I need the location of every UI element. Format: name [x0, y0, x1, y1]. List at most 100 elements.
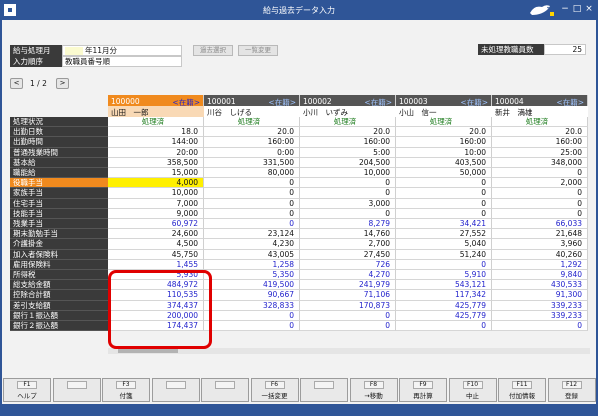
grid-cell[interactable]: 170,873 — [300, 300, 396, 311]
grid-cell[interactable]: 3,960 — [492, 239, 588, 250]
grid-cell[interactable]: 144:00 — [108, 137, 204, 148]
grid-cell[interactable]: 40,260 — [492, 249, 588, 260]
list-change-button[interactable]: 一覧変更 — [238, 45, 278, 56]
grid-cell[interactable]: 0 — [492, 321, 588, 332]
grid-cell[interactable]: 425,779 — [396, 310, 492, 321]
fkey-button[interactable]: F9 再計算 — [399, 378, 447, 402]
grid-cell[interactable]: 5,040 — [396, 239, 492, 250]
year-field[interactable] — [65, 47, 83, 55]
grid-cell[interactable]: 425,779 — [396, 300, 492, 311]
close-button[interactable]: × — [584, 3, 594, 15]
grid-cell[interactable]: 241,979 — [300, 280, 396, 291]
grid-cell[interactable]: 処理済 — [492, 117, 588, 128]
employee-header[interactable]: 100004 <在籍> 新井 満雄 — [492, 95, 588, 117]
grid-cell[interactable]: 403,500 — [396, 157, 492, 168]
fkey-button[interactable] — [201, 378, 249, 402]
grid-cell[interactable]: 348,000 — [492, 157, 588, 168]
grid-cell[interactable]: 0 — [204, 188, 300, 199]
grid-cell[interactable]: 3,000 — [300, 198, 396, 209]
grid-cell[interactable]: 20.0 — [396, 127, 492, 138]
grid-cell[interactable]: 419,500 — [204, 280, 300, 291]
grid-cell[interactable]: 4,230 — [204, 239, 300, 250]
grid-cell[interactable]: 2,000 — [492, 178, 588, 189]
grid-cell[interactable]: 0 — [492, 168, 588, 179]
grid-cell[interactable]: 2,700 — [300, 239, 396, 250]
scrollbar-thumb[interactable] — [118, 349, 178, 353]
grid-cell[interactable]: 処理済 — [204, 117, 300, 128]
fkey-button[interactable]: F10 中止 — [448, 378, 497, 402]
grid-cell[interactable]: 430,533 — [492, 280, 588, 291]
fkey-button[interactable] — [151, 378, 200, 402]
grid-cell[interactable]: 27,552 — [396, 229, 492, 240]
period-field[interactable]: 年11月分 — [62, 45, 182, 56]
minimize-button[interactable]: − — [560, 3, 570, 15]
grid-cell[interactable]: 1,258 — [204, 259, 300, 270]
grid-cell[interactable]: 10:00 — [396, 147, 492, 158]
grid-cell[interactable]: 0 — [204, 321, 300, 332]
grid-cell[interactable]: 18.0 — [108, 127, 204, 138]
grid-cell[interactable]: 543,121 — [396, 280, 492, 291]
employee-header[interactable]: 100001 <在籍> 川谷 しげる — [204, 95, 300, 117]
grid-cell[interactable]: 117,342 — [396, 290, 492, 301]
fkey-button[interactable] — [300, 378, 348, 402]
grid-cell[interactable]: 8,279 — [300, 219, 396, 230]
grid-cell[interactable]: 339,233 — [492, 310, 588, 321]
grid-cell[interactable]: 34,421 — [396, 219, 492, 230]
grid-cell[interactable]: 24,600 — [108, 229, 204, 240]
grid-cell[interactable]: 20.0 — [492, 127, 588, 138]
grid-cell[interactable]: 60,972 — [108, 219, 204, 230]
grid-cell[interactable]: 0 — [396, 198, 492, 209]
grid-cell[interactable]: 0 — [396, 321, 492, 332]
grid-cell[interactable]: 15,000 — [108, 168, 204, 179]
grid-cell[interactable]: 0 — [204, 178, 300, 189]
grid-cell[interactable]: 51,240 — [396, 249, 492, 260]
grid-cell[interactable]: 0 — [300, 321, 396, 332]
fkey-button[interactable]: F3 付箋 — [102, 378, 150, 402]
grid-cell[interactable]: 0 — [300, 188, 396, 199]
grid-cell[interactable]: 50,000 — [396, 168, 492, 179]
grid-cell[interactable]: 45,750 — [108, 249, 204, 260]
grid-cell[interactable]: 0 — [204, 219, 300, 230]
fkey-button[interactable]: F1 ヘルプ — [3, 378, 51, 402]
grid-cell[interactable]: 0 — [300, 178, 396, 189]
employee-header[interactable]: 100002 <在籍> 小川 いずみ — [300, 95, 396, 117]
grid-cell[interactable]: 9,000 — [108, 208, 204, 219]
grid-cell[interactable]: 0 — [204, 198, 300, 209]
grid-cell[interactable]: 0:00 — [204, 147, 300, 158]
grid-cell[interactable]: 71,106 — [300, 290, 396, 301]
grid-cell[interactable]: 5,350 — [204, 270, 300, 281]
employee-header[interactable]: 100000 <在籍> 山田 一郎 — [108, 95, 204, 117]
grid-cell[interactable]: 23,124 — [204, 229, 300, 240]
grid-cell[interactable]: 204,500 — [300, 157, 396, 168]
grid-cell[interactable]: 90,667 — [204, 290, 300, 301]
maximize-button[interactable]: □ — [572, 3, 582, 15]
grid-cell[interactable]: 0 — [300, 208, 396, 219]
grid-cell[interactable]: 27,450 — [300, 249, 396, 260]
employee-header[interactable]: 100003 <在籍> 小山 信一 — [396, 95, 492, 117]
fkey-button[interactable]: F11 付加情報 — [498, 378, 546, 402]
grid-cell[interactable]: 0 — [396, 259, 492, 270]
grid-cell[interactable]: 91,300 — [492, 290, 588, 301]
grid-cell[interactable]: 160:00 — [396, 137, 492, 148]
grid-cell[interactable]: 5:00 — [300, 147, 396, 158]
prev-page-button[interactable]: < — [10, 78, 23, 89]
grid-cell[interactable]: 0 — [204, 208, 300, 219]
grid-cell[interactable]: 10,000 — [108, 188, 204, 199]
grid-cell[interactable]: 7,000 — [108, 198, 204, 209]
grid-cell[interactable]: 43,005 — [204, 249, 300, 260]
grid-cell[interactable]: 20:00 — [108, 147, 204, 158]
grid-cell[interactable]: 4,270 — [300, 270, 396, 281]
grid-cell[interactable]: 726 — [300, 259, 396, 270]
fkey-button[interactable]: F12 登録 — [547, 378, 596, 402]
grid-cell[interactable]: 4,500 — [108, 239, 204, 250]
grid-cell[interactable]: 25:00 — [492, 147, 588, 158]
grid-cell[interactable]: 5,910 — [396, 270, 492, 281]
grid-cell[interactable]: 66,033 — [492, 219, 588, 230]
fkey-button[interactable] — [52, 378, 101, 402]
grid-cell[interactable]: 358,500 — [108, 157, 204, 168]
grid-cell[interactable]: 0 — [492, 208, 588, 219]
past-select-button[interactable]: 過去選択 — [193, 45, 233, 56]
grid-cell[interactable]: 160:00 — [300, 137, 396, 148]
grid-cell[interactable]: 4,000 — [108, 178, 204, 189]
grid-cell[interactable]: 9,840 — [492, 270, 588, 281]
